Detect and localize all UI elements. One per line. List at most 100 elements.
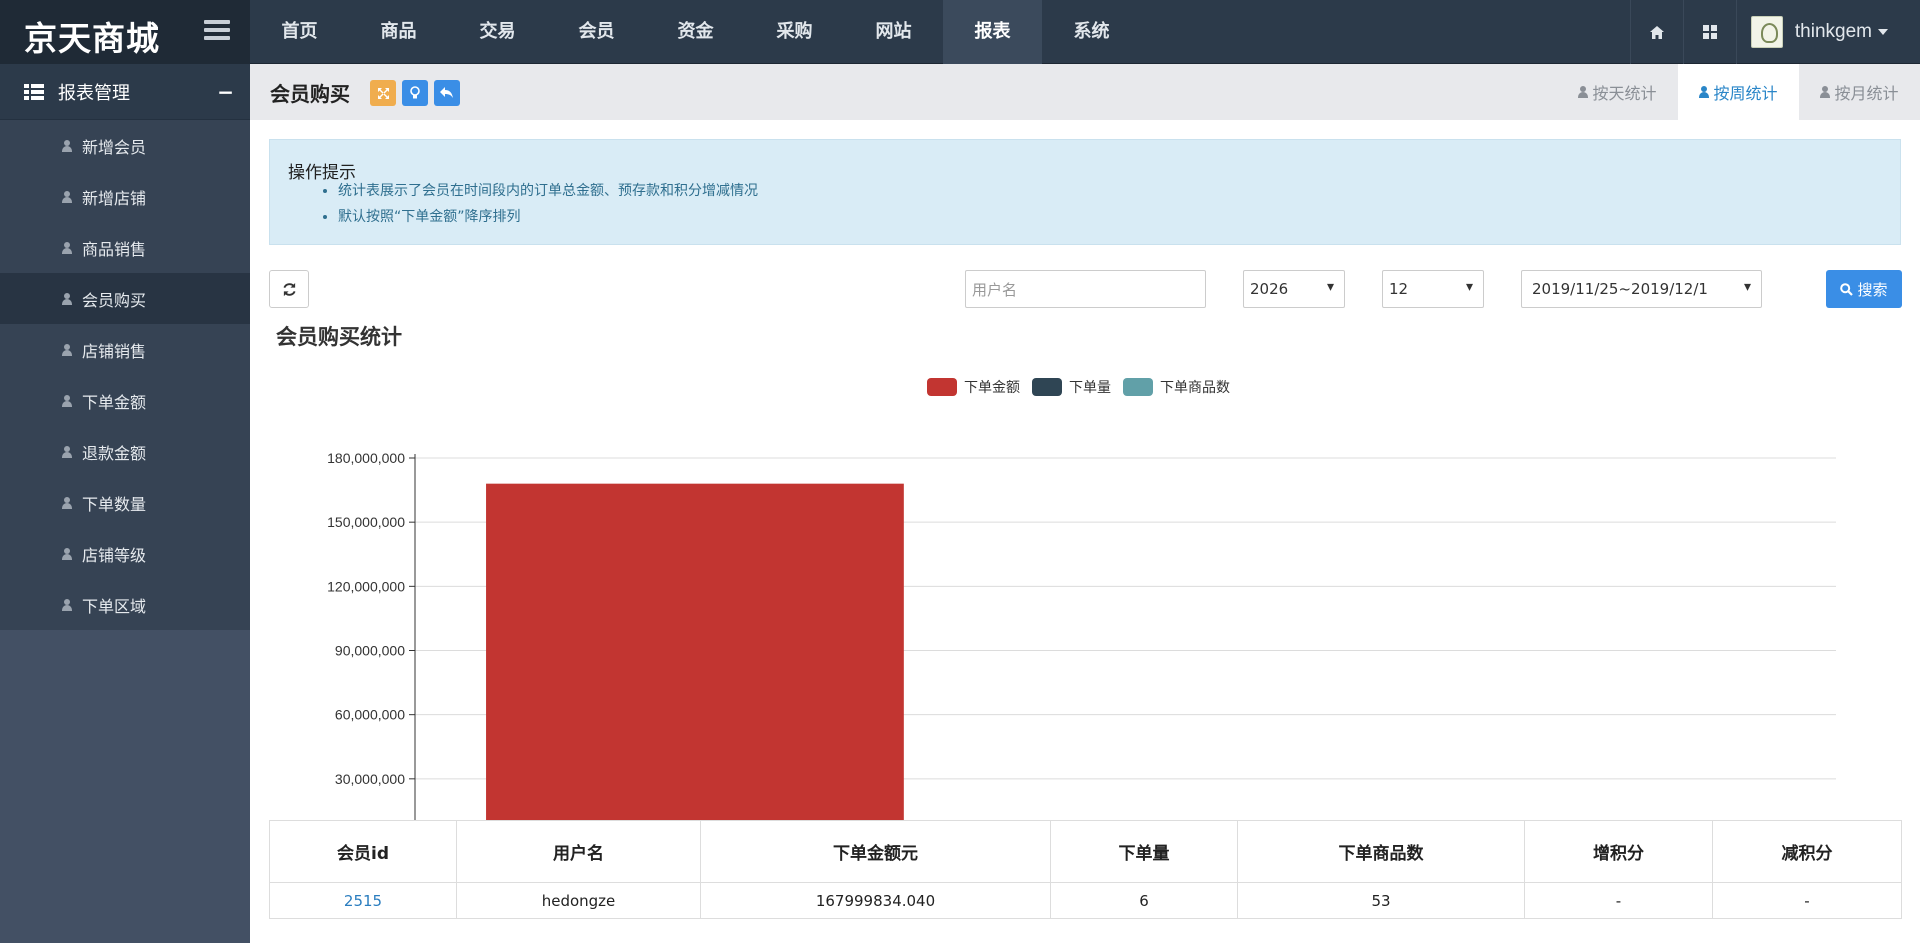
sidebar-item-label: 店铺销售	[82, 341, 147, 361]
sidebar-item-label: 商品销售	[82, 239, 147, 259]
user-icon	[1578, 86, 1589, 98]
page-actions	[370, 80, 466, 106]
table-cell: -	[1524, 882, 1713, 919]
avatar	[1750, 16, 1783, 48]
sidebar-item-member-purchase[interactable]: 会员购买	[0, 273, 250, 324]
search-icon	[1840, 282, 1854, 296]
tab-monthly[interactable]: 按月统计	[1799, 64, 1920, 120]
page-header: 会员购买 按天统计 按周统计 按月统计	[250, 64, 1920, 120]
tab-label: 按周统计	[1713, 84, 1778, 103]
sidebar-item-label: 新增会员	[82, 137, 147, 157]
brand-logo[interactable]: 京天商城	[24, 12, 160, 60]
tip-item: 默认按照“下单金额”降序排列	[338, 206, 758, 226]
home-icon[interactable]	[1629, 0, 1683, 64]
sidebar: 报表管理 − 新增会员 新增店铺 商品销售 会员购买 店铺销售 下单金额 退款金…	[0, 64, 250, 943]
tab-daily[interactable]: 按天统计	[1557, 64, 1678, 120]
nav-goods[interactable]: 商品	[349, 0, 448, 64]
nav-website[interactable]: 网站	[844, 0, 943, 64]
reply-icon	[440, 87, 453, 98]
sidebar-item-order-amount[interactable]: 下单金额	[0, 375, 250, 426]
user-icon	[62, 190, 72, 203]
username-label: thinkgem	[1794, 21, 1872, 42]
username-search-input[interactable]: 用户名	[965, 270, 1206, 308]
user-icon	[1699, 86, 1710, 98]
main-content: 会员购买 按天统计 按周统计 按月统计 操作提示 统计表展示了会员在时间段内的订…	[250, 64, 1920, 943]
collapse-icon[interactable]: −	[217, 80, 234, 104]
user-icon	[1820, 86, 1831, 98]
nav-funds[interactable]: 资金	[646, 0, 745, 64]
user-icon	[62, 292, 72, 305]
y-tick-label: 180,000,000	[327, 450, 405, 466]
nav-purchase[interactable]: 采购	[745, 0, 844, 64]
tips-list: 统计表展示了会员在时间段内的订单总金额、预存款和积分增减情况 默认按照“下单金额…	[338, 180, 758, 232]
sidebar-item-store-sales[interactable]: 店铺销售	[0, 324, 250, 375]
table-cell: -	[1712, 882, 1902, 919]
sidebar-item-label: 下单数量	[82, 494, 147, 514]
menu-toggle-icon[interactable]	[204, 20, 230, 44]
brand-area: 京天商城	[0, 0, 250, 64]
user-icon	[62, 139, 72, 152]
nav-trade[interactable]: 交易	[448, 0, 547, 64]
user-icon	[62, 241, 72, 254]
column-header[interactable]: 下单量	[1050, 820, 1238, 883]
sidebar-item-order-count[interactable]: 下单数量	[0, 477, 250, 528]
year-select[interactable]: 2026	[1243, 270, 1345, 308]
fullscreen-button[interactable]	[370, 80, 396, 106]
column-header[interactable]: 下单商品数	[1237, 820, 1525, 883]
page-title: 会员购买	[270, 82, 350, 106]
sidebar-item-store-level[interactable]: 店铺等级	[0, 528, 250, 579]
nav-member[interactable]: 会员	[547, 0, 646, 64]
month-select[interactable]: 12	[1382, 270, 1484, 308]
user-icon	[62, 343, 72, 356]
sidebar-item-goods-sales[interactable]: 商品销售	[0, 222, 250, 273]
expand-icon	[377, 87, 389, 99]
table-row: 2515 hedongze 167999834.040 6 53 - -	[269, 882, 1902, 919]
y-tick-label: 90,000,000	[335, 643, 405, 659]
column-header[interactable]: 增积分	[1524, 820, 1713, 883]
week-select[interactable]: 2019/11/25~2019/12/1	[1521, 270, 1762, 308]
search-button[interactable]: 搜索	[1826, 270, 1902, 308]
dashboard-grid-icon[interactable]	[1682, 0, 1736, 64]
sidebar-item-refund-amount[interactable]: 退款金额	[0, 426, 250, 477]
column-header[interactable]: 会员id	[269, 820, 457, 883]
sidebar-item-label: 店铺等级	[82, 545, 147, 565]
bar-1	[486, 483, 904, 843]
member-id-link[interactable]: 2515	[269, 882, 457, 919]
y-tick-label: 30,000,000	[335, 771, 405, 787]
column-header[interactable]: 用户名	[456, 820, 701, 883]
top-right-tools: thinkgem	[1629, 0, 1920, 64]
search-label: 搜索	[1857, 280, 1888, 299]
nav-system[interactable]: 系统	[1042, 0, 1141, 64]
legend-label: 下单金额	[964, 380, 1020, 396]
y-tick-label: 60,000,000	[335, 707, 405, 723]
legend-label: 下单商品数	[1160, 380, 1230, 396]
table-cell: hedongze	[456, 882, 701, 919]
user-menu[interactable]: thinkgem	[1735, 0, 1920, 64]
tip-button[interactable]	[402, 80, 428, 106]
member-purchase-chart: 030,000,00060,000,00090,000,000120,000,0…	[327, 378, 1896, 869]
stats-table: 会员id 用户名 下单金额元 下单量 下单商品数 增积分 减积分 2515 he…	[269, 820, 1902, 919]
sidebar-title: 报表管理	[58, 82, 130, 104]
user-icon	[62, 547, 72, 560]
sidebar-item-label: 会员购买	[82, 290, 147, 310]
tab-weekly[interactable]: 按周统计	[1678, 64, 1799, 120]
nav-reports[interactable]: 报表	[943, 0, 1042, 64]
caret-down-icon	[1878, 29, 1888, 35]
user-icon	[62, 394, 72, 407]
back-button[interactable]	[434, 80, 460, 106]
tips-panel: 操作提示 统计表展示了会员在时间段内的订单总金额、预存款和积分增减情况 默认按照…	[269, 139, 1901, 245]
main-nav: 首页 商品 交易 会员 资金 采购 网站 报表 系统	[250, 0, 1141, 64]
list-icon	[24, 83, 44, 100]
sidebar-item-new-members[interactable]: 新增会员	[0, 120, 250, 171]
sidebar-item-new-stores[interactable]: 新增店铺	[0, 171, 250, 222]
legend-swatch	[1123, 378, 1153, 396]
column-header[interactable]: 下单金额元	[700, 820, 1051, 883]
sidebar-item-order-region[interactable]: 下单区域	[0, 579, 250, 630]
refresh-button[interactable]	[269, 270, 309, 308]
tab-label: 按月统计	[1834, 84, 1899, 103]
sidebar-header[interactable]: 报表管理 −	[0, 64, 250, 120]
column-header[interactable]: 减积分	[1712, 820, 1902, 883]
top-bar: 京天商城 首页 商品 交易 会员 资金 采购 网站 报表 系统 thinkgem	[0, 0, 1920, 64]
table-header-row: 会员id 用户名 下单金额元 下单量 下单商品数 增积分 减积分	[269, 820, 1902, 883]
nav-home[interactable]: 首页	[250, 0, 349, 64]
